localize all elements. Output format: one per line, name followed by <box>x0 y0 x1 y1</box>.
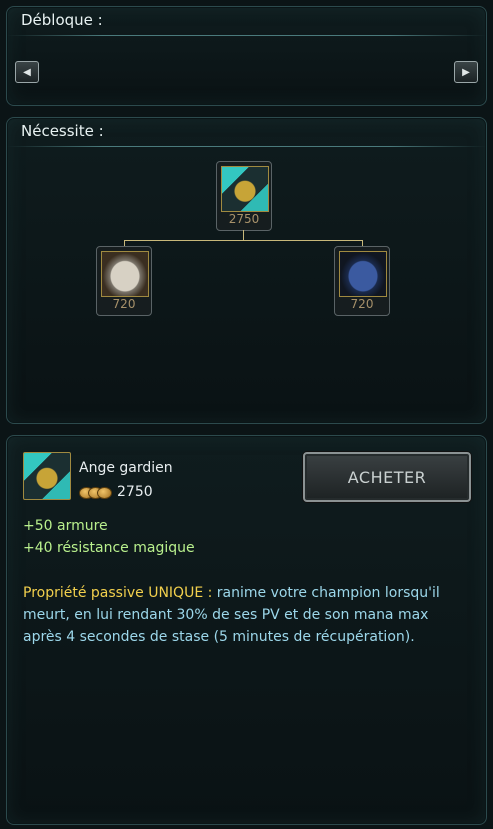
scroll-right-button[interactable]: ▶ <box>454 61 478 83</box>
unlocks-title: Débloque : <box>21 11 103 29</box>
cloth-armor-icon <box>101 251 149 297</box>
arrow-right-icon: ▶ <box>462 66 470 78</box>
item-name: Ange gardien <box>79 460 173 476</box>
unlocks-panel: Débloque : ◀ ▶ <box>6 6 487 106</box>
tree-connector <box>124 240 362 241</box>
gold-coins-icon <box>79 485 112 499</box>
item-cost: 720 <box>112 297 136 311</box>
item-price: 2750 <box>79 484 153 500</box>
stat-armor: +50 armure <box>23 518 108 534</box>
unlocks-divider <box>7 35 486 36</box>
guardian-angel-icon <box>23 452 71 500</box>
gold-value: 2750 <box>117 484 153 500</box>
arrow-left-icon: ◀ <box>23 66 31 78</box>
requires-title: Nécessite : <box>21 122 104 140</box>
requires-panel: Nécessite : 2750 720 720 <box>6 117 487 424</box>
item-cost: 2750 <box>228 212 260 226</box>
item-cost: 720 <box>350 297 374 311</box>
item-detail-panel: Ange gardien 2750 ACHETER +50 armure +40… <box>6 435 487 825</box>
scroll-left-button[interactable]: ◀ <box>15 61 39 83</box>
guardian-angel-icon <box>221 166 269 212</box>
passive-description: Propriété passive UNIQUE : ranime votre … <box>23 582 453 648</box>
buy-button[interactable]: ACHETER <box>303 452 471 502</box>
chain-vest-icon <box>339 251 387 297</box>
recipe-component-item[interactable]: 720 <box>334 246 390 316</box>
recipe-component-item[interactable]: 720 <box>96 246 152 316</box>
requires-divider <box>7 146 486 147</box>
recipe-root-item[interactable]: 2750 <box>216 161 272 231</box>
stat-magic-resist: +40 résistance magique <box>23 540 195 556</box>
passive-label: Propriété passive UNIQUE : <box>23 585 213 601</box>
tree-connector <box>243 230 244 240</box>
